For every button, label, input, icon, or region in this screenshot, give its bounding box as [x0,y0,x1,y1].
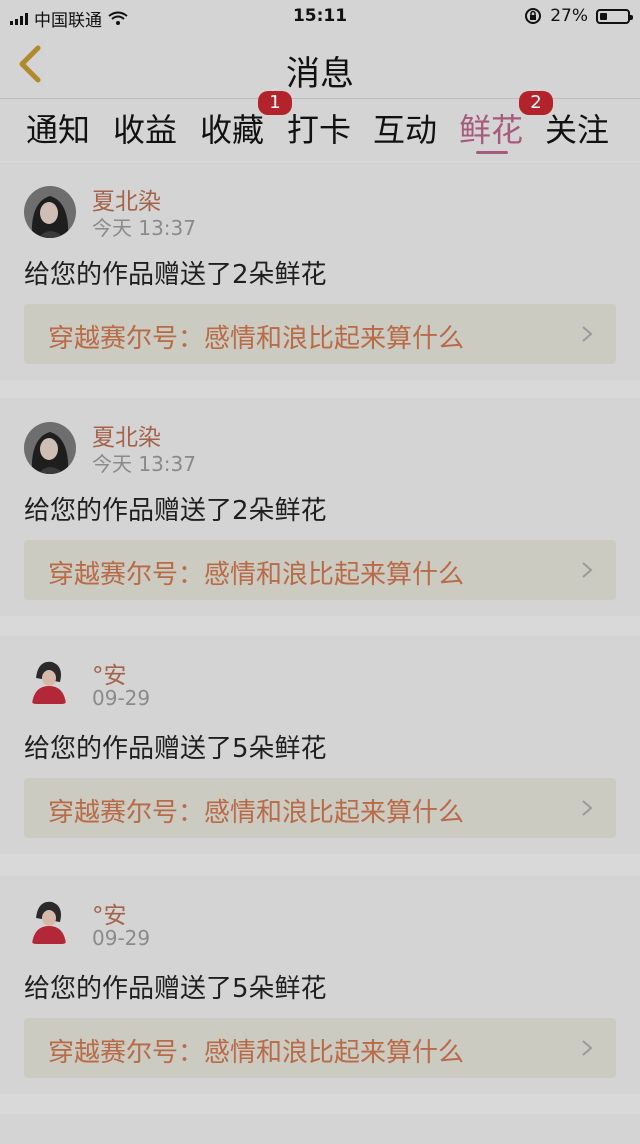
message-text: 给您的作品赠送了5朵鲜花 [24,974,327,1004]
battery-icon [596,8,633,24]
message-text: 给您的作品赠送了2朵鲜花 [24,496,327,526]
tab-favorites[interactable]: 收藏 1 [200,91,292,155]
work-link[interactable]: 穿越赛尔号：感情和浪比起来算什么 [24,304,616,364]
tab-interaction[interactable]: 互动 [373,105,437,155]
message-text: 给您的作品赠送了2朵鲜花 [24,260,327,290]
status-right: 27% [524,6,633,26]
message-text: 给您的作品赠送了5朵鲜花 [24,734,327,764]
username[interactable]: 夏北染 [92,418,161,452]
message-time: 09-29 [92,926,151,950]
message-time: 今天 13:37 [92,452,196,476]
username[interactable]: 夏北染 [92,182,161,216]
username[interactable]: °安 [92,896,127,930]
page-title: 消息 [286,54,354,94]
work-title: 穿越赛尔号：感情和浪比起来算什么 [48,1038,465,1068]
tab-label: 收藏 [200,111,265,149]
tab-label: 通知 [26,111,91,149]
avatar[interactable] [24,422,76,474]
work-title: 穿越赛尔号：感情和浪比起来算什么 [48,798,465,828]
username[interactable]: °安 [92,656,127,690]
message-card: 夏北染 今天 13:37 给您的作品赠送了2朵鲜花 穿越赛尔号：感情和浪比起来算… [0,162,640,380]
tab-bar: 通知 收益 收藏 1 打卡 互动 鲜花 2 关注 [0,91,640,161]
avatar[interactable] [24,186,76,238]
message-card: °安 09-29 给您的作品赠送了5朵鲜花 穿越赛尔号：感情和浪比起来算什么 [0,876,640,1094]
avatar[interactable] [30,658,68,704]
tab-label: 互动 [373,111,438,149]
message-time: 今天 13:37 [92,216,196,240]
chevron-right-icon [582,326,593,342]
message-card [0,1114,640,1144]
chevron-right-icon [582,562,593,578]
status-bar: 中国联通 15:11 27% [0,0,640,32]
message-card: 夏北染 今天 13:37 给您的作品赠送了2朵鲜花 穿越赛尔号：感情和浪比起来算… [0,398,640,616]
tab-checkin[interactable]: 打卡 [287,105,351,155]
avatar[interactable] [30,898,68,944]
nav-bar: 消息 [0,32,640,99]
tab-follow[interactable]: 关注 [545,105,609,155]
work-title: 穿越赛尔号：感情和浪比起来算什么 [48,560,465,590]
tab-label: 打卡 [287,111,352,149]
work-link[interactable]: 穿越赛尔号：感情和浪比起来算什么 [24,540,616,600]
message-card: °安 09-29 给您的作品赠送了5朵鲜花 穿越赛尔号：感情和浪比起来算什么 [0,636,640,854]
chevron-right-icon [582,1040,593,1056]
work-link[interactable]: 穿越赛尔号：感情和浪比起来算什么 [24,778,616,838]
work-title: 穿越赛尔号：感情和浪比起来算什么 [48,324,465,354]
tab-label: 鲜花 [459,111,524,149]
tab-flowers[interactable]: 鲜花 2 [459,91,553,155]
rotation-lock-icon [525,8,542,24]
message-time: 09-29 [92,686,151,710]
tab-earnings[interactable]: 收益 [113,105,177,155]
active-tab-indicator [476,151,508,154]
battery-percent: 27% [550,6,588,26]
work-link[interactable]: 穿越赛尔号：感情和浪比起来算什么 [24,1018,616,1078]
tab-notifications[interactable]: 通知 [26,105,90,155]
chevron-right-icon [582,800,593,816]
tab-label: 收益 [113,111,178,149]
tab-label: 关注 [545,111,610,149]
